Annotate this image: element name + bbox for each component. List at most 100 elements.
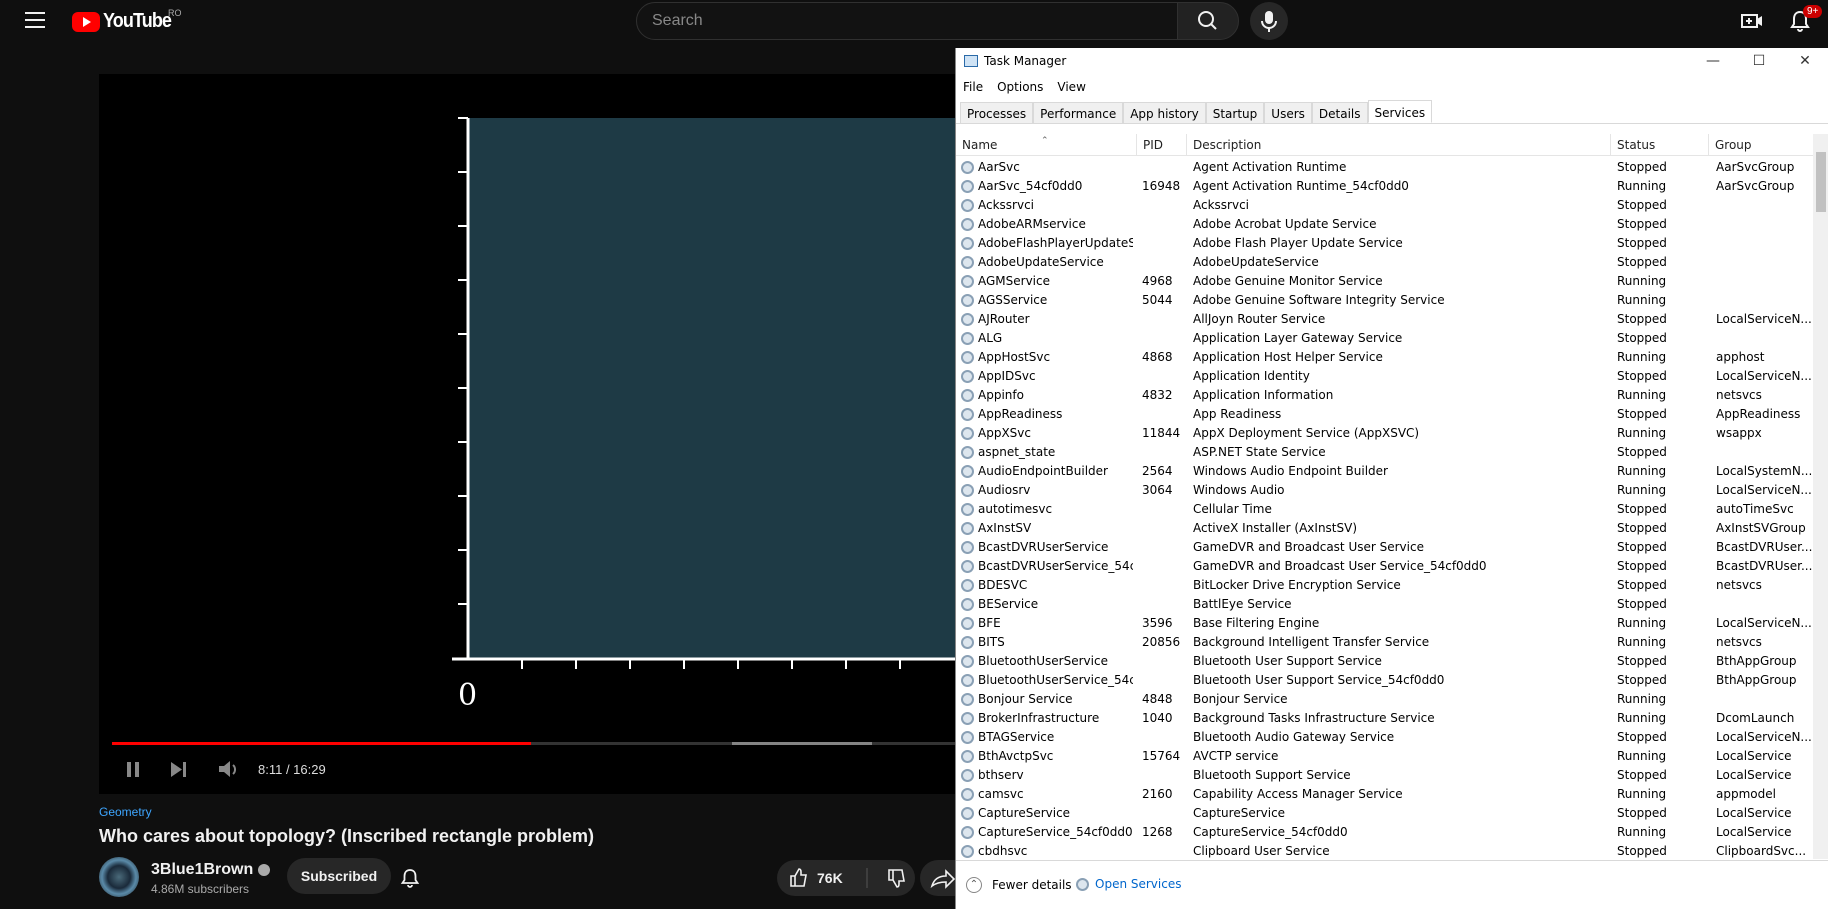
- channel-avatar[interactable]: [99, 857, 139, 897]
- tab-startup[interactable]: Startup: [1205, 102, 1265, 123]
- service-description: Windows Audio: [1193, 483, 1285, 497]
- table-row[interactable]: AdobeUpdateService AdobeUpdateService Stop…: [956, 253, 1813, 272]
- service-gear-icon: [961, 560, 974, 573]
- column-header-name[interactable]: Name ⌃: [956, 134, 1137, 156]
- like-icon[interactable]: [790, 868, 807, 887]
- vertical-scrollbar[interactable]: [1813, 134, 1828, 859]
- video-controls: [99, 737, 956, 794]
- service-pid: [1142, 595, 1192, 614]
- video-player[interactable]: 0: [99, 74, 968, 794]
- subscribe-button[interactable]: Subscribed: [287, 858, 391, 894]
- service-status: Stopped: [1617, 559, 1667, 573]
- menu-view[interactable]: View: [1050, 76, 1092, 98]
- tab-details[interactable]: Details: [1311, 102, 1368, 123]
- table-row[interactable]: AxInstSV ActiveX Installer (AxInstSV) Stop…: [956, 519, 1813, 538]
- table-row[interactable]: BthAvctpSvc 15764 AVCTP service Running Loca…: [956, 747, 1813, 766]
- service-gear-icon: [961, 370, 974, 383]
- close-button[interactable]: ✕: [1782, 48, 1828, 76]
- youtube-logo[interactable]: YouTube RO: [72, 8, 182, 33]
- table-row[interactable]: bthserv Bluetooth Support Service Stopped L…: [956, 766, 1813, 785]
- table-row[interactable]: BluetoothUserService_54cf0... Bluetooth U…: [956, 671, 1813, 690]
- table-row[interactable]: ALG Application Layer Gateway Service Stop…: [956, 329, 1813, 348]
- dislike-icon[interactable]: [888, 869, 905, 888]
- service-status: Running: [1617, 616, 1667, 630]
- pause-icon[interactable]: [127, 762, 139, 777]
- table-row[interactable]: AudioEndpointBuilder 2564 Windows Audio En…: [956, 462, 1813, 481]
- table-row[interactable]: AdobeARMservice Adobe Acrobat Update Serv…: [956, 215, 1813, 234]
- table-row[interactable]: AarSvc_54cf0dd0 16948 Agent Activation Run…: [956, 177, 1813, 196]
- table-row[interactable]: AJRouter AllJoyn Router Service Stopped Loc…: [956, 310, 1813, 329]
- table-row[interactable]: BEService BattlEye Service Stopped: [956, 595, 1813, 614]
- column-header-pid[interactable]: PID: [1137, 134, 1187, 156]
- menu-file[interactable]: File: [956, 76, 990, 98]
- service-group: apphost: [1716, 350, 1765, 364]
- service-group: [1716, 215, 1813, 234]
- menu-options[interactable]: Options: [990, 76, 1050, 98]
- table-row[interactable]: BTAGService Bluetooth Audio Gateway Servi…: [956, 728, 1813, 747]
- next-icon[interactable]: [171, 762, 186, 777]
- column-header-status[interactable]: Status: [1611, 134, 1709, 156]
- open-services-link[interactable]: Open Services: [1076, 877, 1181, 891]
- service-name: AGSService: [978, 293, 1048, 307]
- table-row[interactable]: AppReadiness App Readiness Stopped AppReadi…: [956, 405, 1813, 424]
- service-name: AppHostSvc: [978, 350, 1051, 364]
- voice-search-button[interactable]: [1250, 2, 1288, 40]
- table-row[interactable]: Bonjour Service 4848 Bonjour Service Runnin…: [956, 690, 1813, 709]
- table-row[interactable]: BluetoothUserService Bluetooth User Suppo…: [956, 652, 1813, 671]
- channel-name[interactable]: 3Blue1Brown: [151, 861, 270, 879]
- tab-performance[interactable]: Performance: [1033, 102, 1124, 123]
- table-row[interactable]: BDESVC BitLocker Drive Encryption Service…: [956, 576, 1813, 595]
- menu-icon[interactable]: [25, 12, 45, 30]
- table-row[interactable]: AppIDSvc Application Identity Stopped Local…: [956, 367, 1813, 386]
- column-header-group[interactable]: Group: [1709, 134, 1813, 156]
- scrollbar-thumb[interactable]: [1816, 152, 1826, 212]
- table-row[interactable]: Ackssrvci Ackssrvci Stopped: [956, 196, 1813, 215]
- table-row[interactable]: AGSService 5044 Adobe Genuine Software Int…: [956, 291, 1813, 310]
- service-group: AarSvcGroup: [1716, 160, 1795, 174]
- table-row[interactable]: camsvc 2160 Capability Access Manager Serv…: [956, 785, 1813, 804]
- table-row[interactable]: AppHostSvc 4868 Application Host Helper Se…: [956, 348, 1813, 367]
- service-pid: 1040: [1142, 711, 1173, 725]
- maximize-button[interactable]: ☐: [1736, 48, 1782, 76]
- service-pid: [1142, 671, 1192, 690]
- table-row[interactable]: cbdhsvc Clipboard User Service Stopped Clip…: [956, 842, 1813, 858]
- search-input[interactable]: Search: [636, 2, 1178, 40]
- tab-services[interactable]: Services: [1367, 100, 1433, 123]
- tab-app-history[interactable]: App history: [1123, 102, 1206, 123]
- service-pid: 20856: [1142, 635, 1181, 649]
- service-status: Running: [1617, 825, 1667, 839]
- service-group: LocalServiceN...: [1716, 616, 1812, 630]
- share-button[interactable]: [920, 860, 960, 896]
- minimize-button[interactable]: —: [1690, 48, 1736, 76]
- tab-users[interactable]: Users: [1264, 102, 1312, 123]
- table-row[interactable]: CaptureService_54cf0dd0 1268 CaptureServic…: [956, 823, 1813, 842]
- tab-bar: Processes Performance App history Startu…: [956, 100, 1828, 124]
- table-row[interactable]: BcastDVRUserService_54cf0... GameDVR and …: [956, 557, 1813, 576]
- service-group: [1716, 690, 1813, 709]
- search-button[interactable]: [1177, 2, 1239, 40]
- window-title: Task Manager: [984, 54, 1067, 68]
- create-icon[interactable]: [1741, 10, 1763, 32]
- column-header-description[interactable]: Description: [1187, 134, 1611, 156]
- table-row[interactable]: BcastDVRUserService GameDVR and Broadcast…: [956, 538, 1813, 557]
- table-row[interactable]: BITS 20856 Background Intelligent Transfer…: [956, 633, 1813, 652]
- table-row[interactable]: Audiosrv 3064 Windows Audio Running LocalSer…: [956, 481, 1813, 500]
- table-row[interactable]: BFE 3596 Base Filtering Engine Running Local…: [956, 614, 1813, 633]
- table-row[interactable]: Appinfo 4832 Application Information Runnin…: [956, 386, 1813, 405]
- table-row[interactable]: AGMService 4968 Adobe Genuine Monitor Serv…: [956, 272, 1813, 291]
- table-row[interactable]: AdobeFlashPlayerUpdateSvc Adobe Flash Pla…: [956, 234, 1813, 253]
- service-description: AllJoyn Router Service: [1193, 312, 1326, 326]
- table-row[interactable]: BrokerInfrastructure 1040 Background Tasks…: [956, 709, 1813, 728]
- table-row[interactable]: aspnet_state ASP.NET State Service Stopped: [956, 443, 1813, 462]
- service-gear-icon: [961, 674, 974, 687]
- table-row[interactable]: AarSvc Agent Activation Runtime Stopped Aar…: [956, 158, 1813, 177]
- table-row[interactable]: autotimesvc Cellular Time Stopped autoTimeS…: [956, 500, 1813, 519]
- service-name: CaptureService: [978, 806, 1071, 820]
- tab-processes[interactable]: Processes: [960, 102, 1034, 123]
- table-row[interactable]: AppXSvc 11844 AppX Deployment Service (App…: [956, 424, 1813, 443]
- video-category-link[interactable]: Geometry: [99, 805, 152, 819]
- channel-bell-icon[interactable]: [400, 868, 420, 888]
- fewer-details-button[interactable]: ⌃ Fewer details: [966, 877, 1072, 893]
- table-row[interactable]: CaptureService CaptureService Stopped Local…: [956, 804, 1813, 823]
- volume-icon[interactable]: [219, 761, 236, 777]
